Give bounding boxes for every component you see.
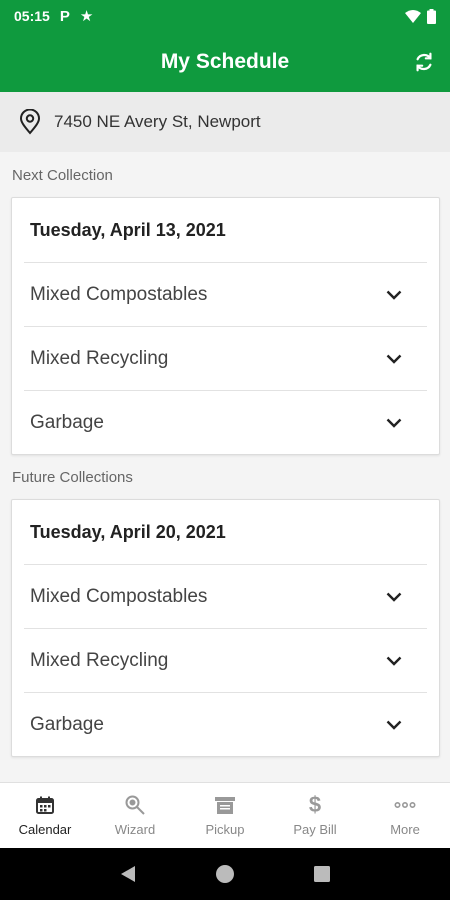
- schedule-content: Next Collection Tuesday, April 13, 2021 …: [0, 152, 450, 782]
- next-collection-label: Next Collection: [12, 167, 113, 184]
- page-title: My Schedule: [160, 50, 290, 73]
- status-bar: 05:15 P ★: [0, 0, 450, 32]
- nav-label: Calendar: [18, 822, 72, 837]
- parking-icon: P: [59, 7, 70, 25]
- collection-item-garbage[interactable]: Garbage: [24, 692, 427, 756]
- refresh-button[interactable]: [408, 46, 440, 78]
- nav-label: Wizard: [114, 822, 156, 837]
- chevron-down-icon: [385, 286, 403, 304]
- calendar-icon: [34, 794, 56, 816]
- wizard-icon: [124, 794, 146, 816]
- nav-label: Pickup: [205, 822, 245, 837]
- wifi-icon: [405, 9, 421, 23]
- collection-item-garbage[interactable]: Garbage: [24, 390, 427, 454]
- location-pin-icon: [19, 109, 41, 135]
- nav-item-calendar[interactable]: Calendar: [0, 783, 90, 848]
- chevron-down-icon: [385, 716, 403, 734]
- collection-item-recycling[interactable]: Mixed Recycling: [24, 628, 427, 692]
- collection-date: Tuesday, April 20, 2021: [30, 521, 226, 542]
- back-icon: [121, 866, 136, 882]
- system-nav-bar: [0, 848, 450, 900]
- dollar-icon: $: [308, 792, 322, 817]
- future-collection-card: Tuesday, April 20, 2021 Mixed Compostabl…: [11, 499, 440, 757]
- star-icon: ★: [79, 8, 94, 25]
- collection-item-compostables[interactable]: Mixed Compostables: [24, 262, 427, 326]
- address-bar[interactable]: 7450 NE Avery St, Newport: [0, 92, 450, 152]
- back-button[interactable]: [116, 862, 140, 886]
- chevron-down-icon: [385, 588, 403, 606]
- collection-item-label: Garbage: [30, 411, 104, 433]
- nav-label: More: [390, 822, 420, 837]
- chevron-down-icon: [385, 350, 403, 368]
- nav-item-wizard[interactable]: Wizard: [90, 783, 180, 848]
- collection-item-label: Mixed Compostables: [30, 283, 208, 305]
- collection-item-compostables[interactable]: Mixed Compostables: [24, 564, 427, 628]
- bottom-nav: Calendar Wizard Pickup $ Pay Bill More: [0, 782, 450, 848]
- home-button[interactable]: [213, 862, 237, 886]
- battery-icon: [427, 8, 436, 24]
- home-icon: [215, 865, 234, 883]
- collection-item-recycling[interactable]: Mixed Recycling: [24, 326, 427, 390]
- next-collection-card: Tuesday, April 13, 2021 Mixed Compostabl…: [11, 197, 440, 455]
- address-text: 7450 NE Avery St, Newport: [54, 112, 261, 131]
- chevron-down-icon: [385, 652, 403, 670]
- refresh-icon: [416, 52, 432, 72]
- nav-item-more[interactable]: More: [360, 783, 450, 848]
- nav-item-pickup[interactable]: Pickup: [180, 783, 270, 848]
- chevron-down-icon: [385, 414, 403, 432]
- nav-item-pay-bill[interactable]: $ Pay Bill: [270, 783, 360, 848]
- recents-icon: [313, 866, 330, 882]
- more-icon: [394, 794, 416, 816]
- app-bar: My Schedule: [0, 32, 450, 92]
- collection-date: Tuesday, April 13, 2021: [30, 219, 226, 240]
- collection-item-label: Garbage: [30, 713, 104, 735]
- collection-item-label: Mixed Recycling: [30, 649, 169, 671]
- pickup-icon: [214, 794, 236, 816]
- collection-item-label: Mixed Recycling: [30, 347, 169, 369]
- status-time: 05:15: [14, 8, 50, 24]
- recents-button[interactable]: [310, 862, 334, 886]
- collection-item-label: Mixed Compostables: [30, 585, 208, 607]
- nav-label: Pay Bill: [293, 822, 337, 837]
- future-collections-label: Future Collections: [12, 469, 133, 486]
